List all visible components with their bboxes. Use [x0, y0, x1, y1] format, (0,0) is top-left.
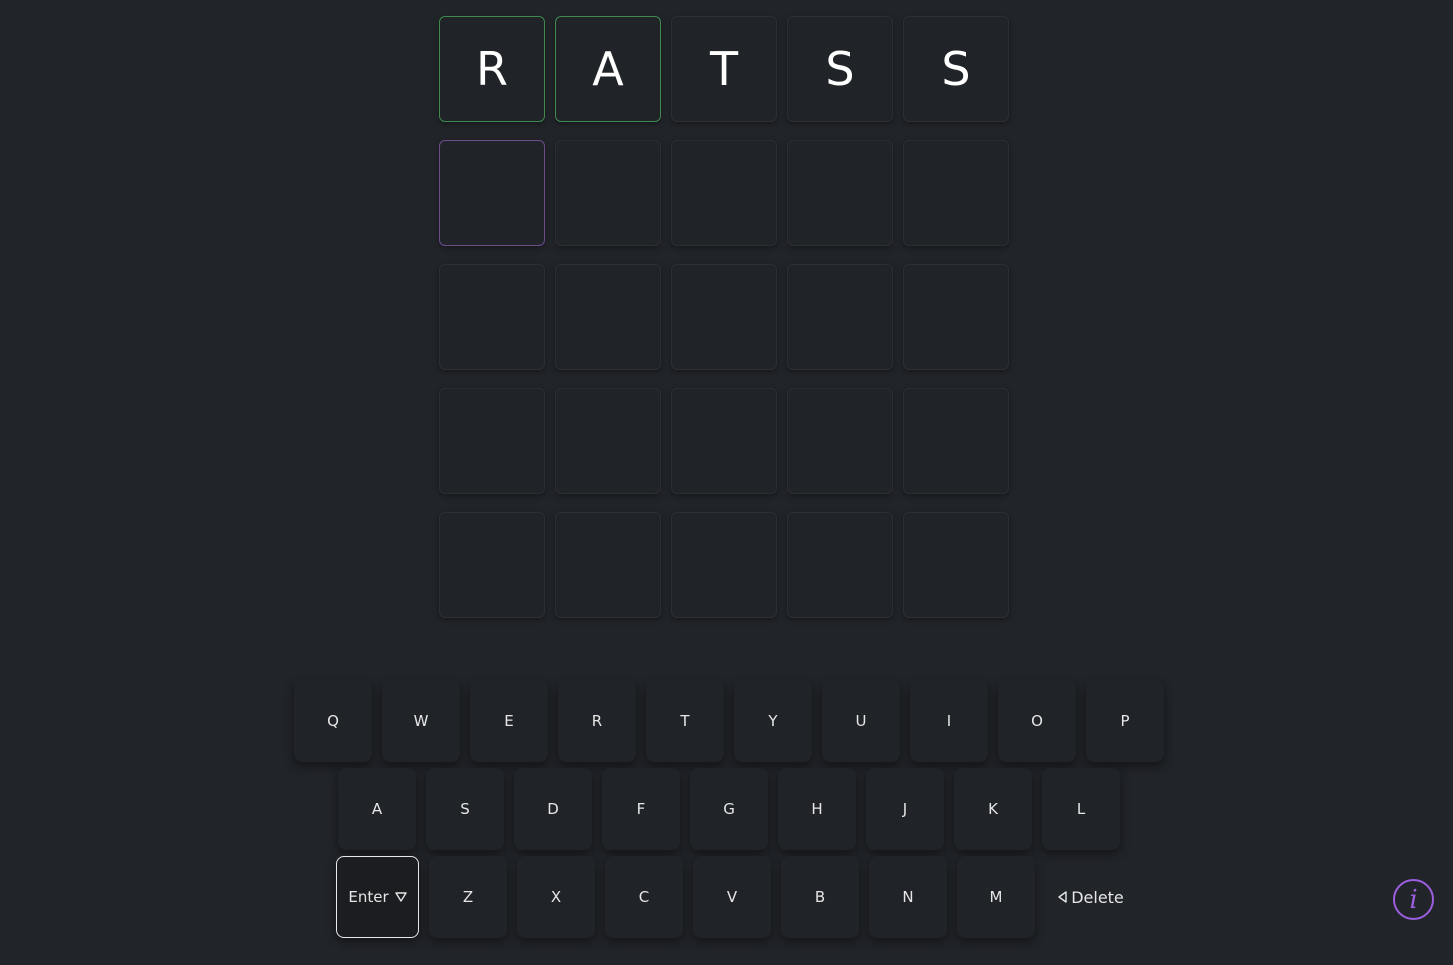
key-e[interactable]: E — [470, 680, 548, 762]
board-tile — [787, 512, 893, 618]
triangle-down-icon — [394, 892, 407, 902]
enter-button[interactable]: Enter — [336, 856, 419, 938]
board-tile — [671, 140, 777, 246]
key-y[interactable]: Y — [734, 680, 812, 762]
board-row-2 — [439, 140, 1009, 246]
board-tile — [903, 388, 1009, 494]
board-tile — [903, 264, 1009, 370]
board-tile — [439, 512, 545, 618]
board-tile — [903, 140, 1009, 246]
board-tile: T — [671, 16, 777, 122]
key-w[interactable]: W — [382, 680, 460, 762]
board-row-5 — [439, 512, 1009, 618]
key-l[interactable]: L — [1042, 768, 1120, 850]
key-d[interactable]: D — [514, 768, 592, 850]
key-n[interactable]: N — [869, 856, 947, 938]
keyboard-row-2: A S D F G H J K L — [338, 768, 1120, 850]
triangle-left-icon — [1058, 891, 1067, 903]
board-tile — [439, 264, 545, 370]
key-i[interactable]: I — [910, 680, 988, 762]
key-u[interactable]: U — [822, 680, 900, 762]
board-tile: R — [439, 16, 545, 122]
board-tile: S — [903, 16, 1009, 122]
delete-button[interactable]: Delete — [1051, 856, 1131, 938]
key-g[interactable]: G — [690, 768, 768, 850]
key-s[interactable]: S — [426, 768, 504, 850]
board-tile: A — [555, 16, 661, 122]
key-o[interactable]: O — [998, 680, 1076, 762]
key-h[interactable]: H — [778, 768, 856, 850]
key-j[interactable]: J — [866, 768, 944, 850]
delete-label: Delete — [1071, 887, 1124, 907]
board-tile — [787, 140, 893, 246]
key-a[interactable]: A — [338, 768, 416, 850]
key-b[interactable]: B — [781, 856, 859, 938]
info-icon[interactable]: i — [1393, 879, 1434, 920]
key-q[interactable]: Q — [294, 680, 372, 762]
keyboard-row-3: Enter Z X C V B N M Delete — [336, 856, 1131, 938]
keyboard-row-1: Q W E R T Y U I O P — [294, 680, 1164, 762]
key-v[interactable]: V — [693, 856, 771, 938]
key-m[interactable]: M — [957, 856, 1035, 938]
board-tile — [787, 264, 893, 370]
board-tile — [555, 264, 661, 370]
board-tile — [439, 388, 545, 494]
board-tile — [903, 512, 1009, 618]
board-tile — [555, 388, 661, 494]
board-tile — [671, 512, 777, 618]
board-tile — [671, 264, 777, 370]
key-k[interactable]: K — [954, 768, 1032, 850]
board-row-1: R A T S S — [439, 16, 1009, 122]
game-board: R A T S S — [439, 16, 1009, 636]
board-tile — [439, 140, 545, 246]
key-x[interactable]: X — [517, 856, 595, 938]
board-tile — [787, 388, 893, 494]
board-tile — [555, 140, 661, 246]
board-tile — [671, 388, 777, 494]
key-p[interactable]: P — [1086, 680, 1164, 762]
board-row-3 — [439, 264, 1009, 370]
key-r[interactable]: R — [558, 680, 636, 762]
key-f[interactable]: F — [602, 768, 680, 850]
board-tile — [555, 512, 661, 618]
info-label: i — [1409, 884, 1418, 915]
enter-label: Enter — [348, 888, 389, 906]
board-row-4 — [439, 388, 1009, 494]
key-c[interactable]: C — [605, 856, 683, 938]
key-t[interactable]: T — [646, 680, 724, 762]
key-z[interactable]: Z — [429, 856, 507, 938]
board-tile: S — [787, 16, 893, 122]
